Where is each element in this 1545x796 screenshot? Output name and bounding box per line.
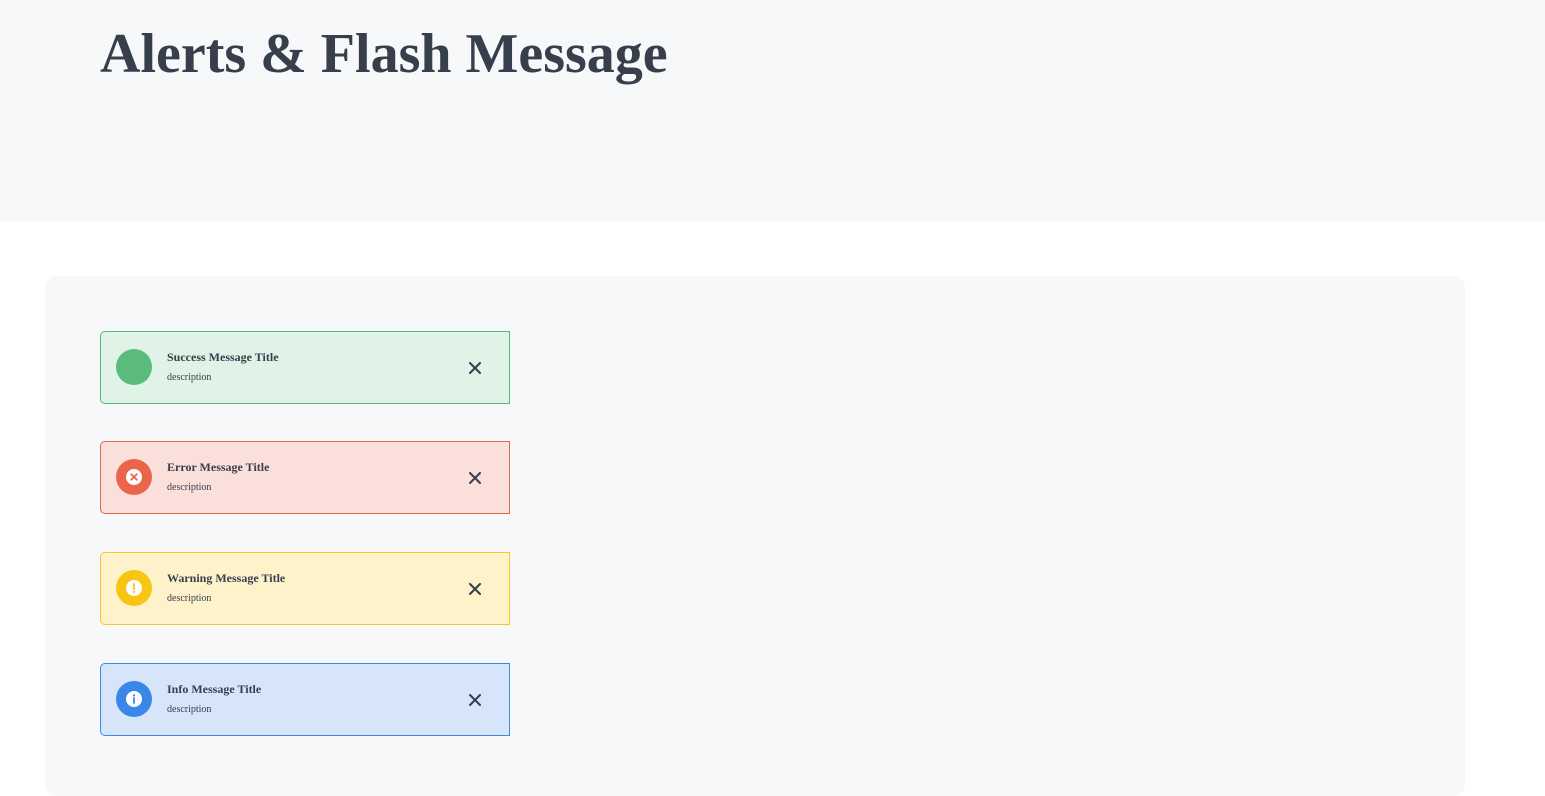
success-alert: Success Message Title description xyxy=(100,331,510,404)
warning-exclamation-icon xyxy=(126,580,142,596)
info-alert: Info Message Title description xyxy=(100,663,510,736)
close-icon xyxy=(469,583,481,595)
alert-title: Warning Message Title xyxy=(167,571,286,585)
alert-description: description xyxy=(167,482,212,493)
success-icon xyxy=(116,349,152,385)
close-button[interactable] xyxy=(465,579,485,599)
close-icon xyxy=(469,362,481,374)
alert-description: description xyxy=(167,704,212,715)
close-button[interactable] xyxy=(465,358,485,378)
page-header: Alerts & Flash Message xyxy=(0,0,1545,222)
error-alert: Error Message Title description xyxy=(100,441,510,514)
alert-title: Success Message Title xyxy=(167,350,279,364)
info-icon xyxy=(126,691,142,707)
close-button[interactable] xyxy=(465,690,485,710)
warning-icon-circle xyxy=(116,570,152,606)
warning-alert: Warning Message Title description xyxy=(100,552,510,625)
error-icon-circle xyxy=(116,459,152,495)
alert-title: Info Message Title xyxy=(167,682,262,696)
close-button[interactable] xyxy=(465,468,485,488)
alert-title: Error Message Title xyxy=(167,460,270,474)
page-title: Alerts & Flash Message xyxy=(100,23,668,85)
info-icon-circle xyxy=(116,681,152,717)
alert-description: description xyxy=(167,372,212,383)
error-x-icon xyxy=(126,469,142,485)
close-icon xyxy=(469,472,481,484)
alert-description: description xyxy=(167,593,212,604)
close-icon xyxy=(469,694,481,706)
